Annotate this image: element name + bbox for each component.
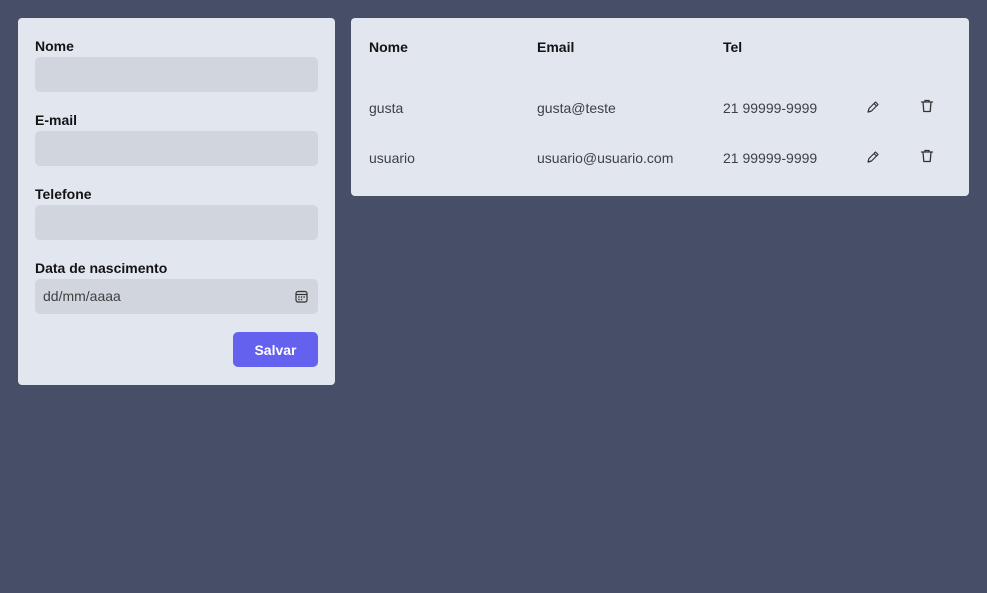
- phone-field-group: Telefone: [35, 186, 318, 260]
- row-name-cell: usuario: [369, 150, 415, 166]
- calendar-icon[interactable]: [295, 290, 308, 303]
- pencil-icon[interactable]: [865, 149, 881, 165]
- name-field-group: Nome: [35, 38, 318, 112]
- name-label: Nome: [35, 38, 74, 54]
- column-header-phone: Tel: [723, 39, 743, 55]
- email-input[interactable]: [35, 131, 318, 166]
- pencil-icon[interactable]: [865, 99, 881, 115]
- row-name-cell: gusta: [369, 100, 404, 116]
- row-email-cell: usuario@usuario.com: [537, 150, 674, 166]
- name-input[interactable]: [35, 57, 318, 92]
- phone-input[interactable]: [35, 205, 318, 240]
- row-phone-cell: 21 99999-9999: [723, 100, 818, 116]
- row-phone-cell: 21 99999-9999: [723, 150, 818, 166]
- birthdate-label: Data de nascimento: [35, 260, 168, 276]
- users-table: Nome Email Tel gusta gusta@teste 21 9999…: [351, 18, 969, 196]
- trash-icon[interactable]: [919, 98, 935, 114]
- row-email-cell: gusta@teste: [537, 100, 616, 116]
- column-header-email: Email: [537, 39, 575, 55]
- birthdate-input[interactable]: dd/mm/aaaa: [35, 279, 318, 314]
- save-button[interactable]: Salvar: [233, 332, 318, 367]
- birthdate-field-group: Data de nascimento dd/mm/aaaa: [35, 260, 318, 334]
- phone-label: Telefone: [35, 186, 92, 202]
- user-form: Nome E-mail Telefone Data de nascimento …: [18, 18, 335, 385]
- trash-icon[interactable]: [919, 148, 935, 164]
- column-header-name: Nome: [369, 39, 408, 55]
- email-label: E-mail: [35, 112, 78, 128]
- email-field-group: E-mail: [35, 112, 318, 186]
